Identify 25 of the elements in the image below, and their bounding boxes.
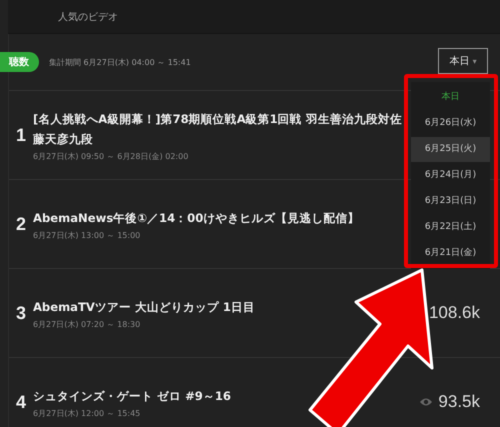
eye-icon	[419, 397, 434, 407]
broadcast-time: 6月27日(木) 13:00 ～ 15:00	[33, 230, 142, 241]
video-title[interactable]: AbemaTVツアー 大山どりカップ 1日目	[32, 297, 255, 317]
date-option[interactable]: 6月24日(月)	[411, 163, 490, 188]
rank-number: 3	[14, 302, 27, 324]
date-option[interactable]: 6月26日(水)	[411, 111, 490, 136]
broadcast-time: 6月27日(木) 09:50 ～ 6月28日(金) 02:00	[33, 150, 190, 162]
rank-number: 2	[14, 214, 27, 234]
video-title[interactable]: [名人挑戦へA級開幕！]第78期順位戦A級第1回戦 羽生善治九段対佐藤天彦九段	[33, 108, 411, 148]
video-title[interactable]: AbemaNews午後①／14：00けやきヒルズ【見逃し配信】	[33, 208, 360, 228]
broadcast-time: 6月27日(木) 07:20 ～ 18:30	[32, 319, 142, 330]
rank-number: 1	[14, 124, 27, 146]
date-option[interactable]: 6月25日(火)	[411, 137, 490, 162]
date-dropdown[interactable]: 本日 ▾	[438, 48, 488, 74]
date-option[interactable]: 6月21日(金)	[411, 241, 490, 266]
date-option[interactable]: 6月22日(土)	[411, 215, 490, 240]
date-option[interactable]: 6月23日(日)	[411, 189, 490, 214]
rank-number: 4	[14, 392, 27, 412]
view-count: 108.6k	[428, 303, 480, 323]
period-text: 集計期間 6月27日(木) 04:00 ～ 15:41	[49, 56, 191, 68]
video-title[interactable]: シュタインズ・ゲート ゼロ #9～16	[33, 386, 231, 406]
nav-tab[interactable]: 人気のビデオ	[58, 10, 118, 24]
date-option[interactable]: 本日	[411, 85, 490, 110]
view-count: 93.5k	[438, 392, 480, 412]
broadcast-time: 6月27日(木) 12:00 ～ 15:45	[33, 408, 142, 419]
